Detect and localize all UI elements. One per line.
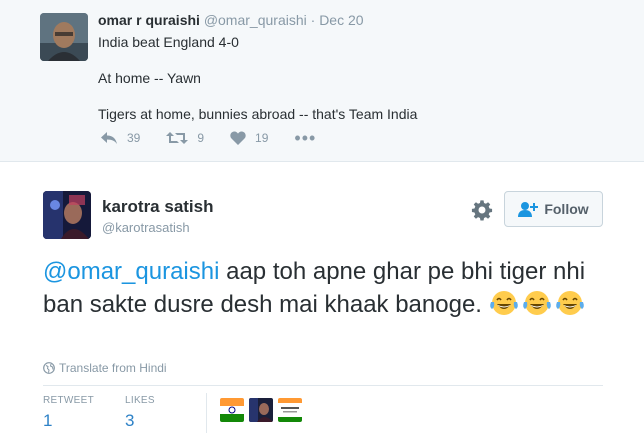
separator-dot: · — [310, 12, 316, 28]
mention-link[interactable]: @omar_quraishi — [43, 258, 219, 285]
parent-tweet-header: omar r quraishi @omar_quraishi · Dec 20 — [98, 12, 364, 28]
reply-button[interactable]: 39 — [100, 131, 140, 145]
follow-button[interactable]: Follow — [504, 191, 603, 227]
parent-tweet-line: India beat England 4-0 — [98, 34, 239, 50]
parent-author-handle[interactable]: @omar_quraishi — [204, 12, 307, 28]
retweet-stat-label: RETWEET — [43, 395, 94, 406]
likes-stat-label: LIKES — [125, 395, 155, 406]
parent-tweet-line: Tigers at home, bunnies abroad -- that's… — [98, 106, 418, 122]
tears-of-joy-emoji-icon — [555, 291, 584, 315]
reply-count: 39 — [127, 131, 141, 145]
retweet-icon — [166, 132, 189, 144]
liker-avatars — [220, 398, 307, 422]
liker-avatar[interactable] — [249, 398, 273, 422]
more-options-icon[interactable]: ••• — [294, 129, 316, 147]
retweet-button[interactable]: 9 — [166, 131, 204, 145]
likes-stat-count: 3 — [125, 411, 135, 430]
tears-of-joy-emoji-icon — [489, 291, 518, 315]
stats-vertical-divider — [206, 393, 207, 433]
liker-avatar[interactable] — [220, 398, 244, 422]
tears-of-joy-emoji-icon — [522, 291, 551, 315]
parent-author-name[interactable]: omar r quraishi — [98, 12, 200, 28]
author-handle[interactable]: @karotrasatish — [102, 220, 190, 235]
heart-icon — [230, 131, 246, 145]
translate-link[interactable]: Translate from Hindi — [43, 361, 167, 375]
follow-button-label: Follow — [544, 201, 589, 217]
parent-avatar[interactable] — [40, 13, 88, 61]
retweet-stat-count: 1 — [43, 411, 53, 430]
parent-tweet-date[interactable]: Dec 20 — [319, 12, 363, 28]
add-user-icon — [518, 202, 539, 217]
parent-tweet-line: At home -- Yawn — [98, 70, 201, 86]
parent-tweet-text: India beat England 4-0 At home -- Yawn T… — [98, 33, 417, 141]
author-name[interactable]: karotra satish — [102, 197, 214, 217]
parent-tweet[interactable]: omar r quraishi @omar_quraishi · Dec 20 … — [0, 0, 644, 162]
globe-icon — [43, 362, 55, 374]
retweet-count: 9 — [197, 131, 205, 145]
likes-stat[interactable]: LIKES 3 — [125, 395, 155, 431]
gear-icon[interactable] — [471, 199, 493, 221]
reply-icon — [101, 132, 117, 144]
stats-divider — [43, 385, 603, 386]
parent-tweet-actions: 39 9 19 ••• — [100, 129, 342, 147]
like-button[interactable]: 19 — [230, 131, 268, 145]
tweet-text: @omar_quraishi aap toh apne ghar pe bhi … — [43, 256, 603, 321]
retweet-stat[interactable]: RETWEET 1 — [43, 395, 94, 431]
author-avatar[interactable] — [43, 191, 91, 239]
like-count: 19 — [255, 131, 269, 145]
liker-avatar[interactable] — [278, 398, 302, 422]
translate-label: Translate from Hindi — [59, 361, 167, 375]
